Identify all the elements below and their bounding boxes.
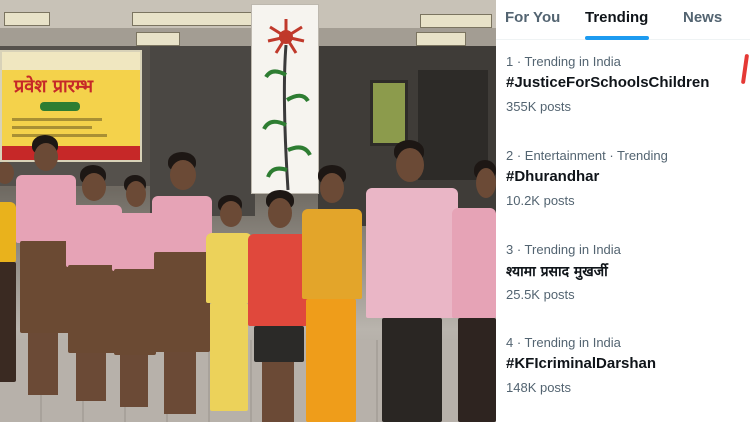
trend-context: 1 · Trending in India	[506, 54, 621, 69]
poster-badge	[40, 102, 80, 111]
wall-sign-3	[420, 14, 492, 28]
trending-panel: For You Trending News 1 · Trending in In…	[496, 0, 750, 422]
wall-sign-2	[132, 12, 252, 26]
trend-item[interactable]: 1 · Trending in India #JusticeForSchools…	[496, 54, 750, 146]
tab-bar: For You Trending News	[496, 0, 750, 40]
tab-news[interactable]: News	[683, 0, 722, 40]
trend-context: 2 · Entertainment · Trending	[506, 148, 668, 163]
wall-sign-5	[416, 32, 466, 46]
tab-for-you[interactable]: For You	[505, 0, 560, 40]
news-photo: प्रवेश प्रारम्भ	[0, 0, 496, 422]
tab-trending[interactable]: Trending	[585, 0, 648, 40]
child-10	[448, 160, 496, 422]
poster-title: प्रवेश प्रारम्भ	[14, 76, 94, 97]
trend-post-count: 355K posts	[506, 99, 572, 114]
poster-header	[2, 52, 140, 70]
child-8	[300, 165, 364, 422]
trend-context: 4 · Trending in India	[506, 335, 621, 350]
wall-sign-1	[4, 12, 50, 26]
trend-item[interactable]: 2 · Entertainment · Trending #Dhurandhar…	[496, 148, 750, 240]
trend-item[interactable]: 4 · Trending in India #KFIcriminalDarsha…	[496, 335, 750, 422]
trend-item[interactable]: 3 · Trending in India श्यामा प्रसाद मुखर…	[496, 242, 750, 334]
trend-name: श्यामा प्रसाद मुखर्जी	[506, 264, 608, 280]
active-tab-indicator	[585, 36, 649, 40]
poster-text-line	[12, 118, 102, 121]
poster-text-line	[12, 126, 92, 129]
green-window	[370, 80, 408, 146]
trend-post-count: 25.5K posts	[506, 287, 575, 302]
trend-context: 3 · Trending in India	[506, 242, 621, 257]
trend-name: #Dhurandhar	[506, 168, 600, 185]
trend-name: #JusticeForSchoolsChildren	[506, 74, 710, 91]
trend-name: #KFIcriminalDarshan	[506, 355, 657, 372]
child-9	[362, 140, 462, 422]
wall-sign-4	[136, 32, 180, 46]
trend-post-count: 148K posts	[506, 380, 572, 395]
trend-post-count: 10.2K posts	[506, 193, 575, 208]
